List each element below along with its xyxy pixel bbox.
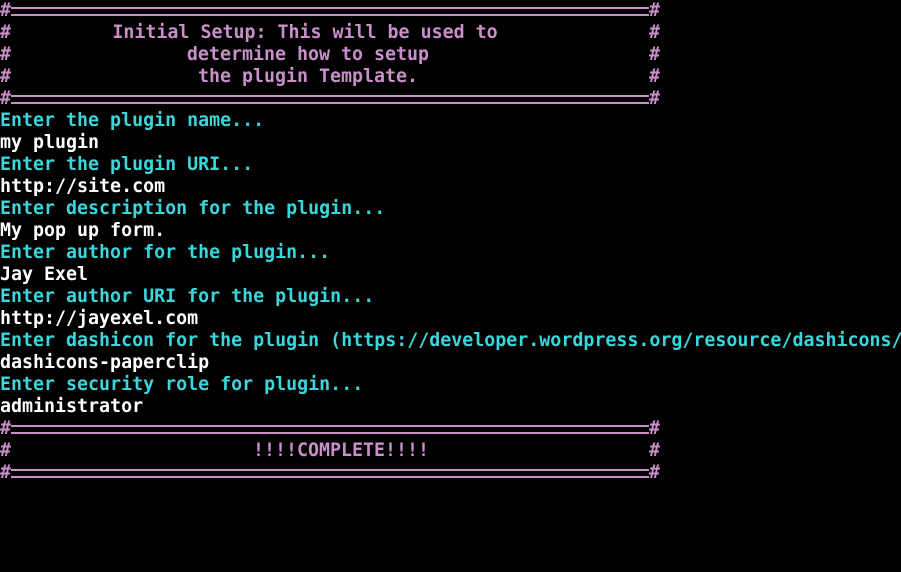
answer-description: My pop up form. [0, 220, 166, 241]
complete-message: !!!!COMPLETE!!!! [252, 440, 430, 461]
double-rule [11, 469, 649, 478]
setup-title-line-1: Initial Setup: This will be used to [112, 22, 498, 43]
terminal-window: # # # Initial Setup: This will be used t… [0, 0, 901, 483]
hash-mark: # [649, 418, 661, 439]
footer-message-line: # !!!!COMPLETE!!!! # [0, 440, 660, 462]
hash-mark: # [649, 66, 661, 87]
hash-mark: # [0, 44, 12, 65]
prompt-author: Enter author for the plugin... [0, 242, 331, 263]
hash-mark: # [649, 44, 661, 65]
answer-author-uri: http://jayexel.com [0, 308, 199, 329]
setup-title-line-2: determine how to setup [186, 44, 430, 65]
double-rule [11, 95, 649, 104]
banner-rule-bottom: # # [0, 88, 660, 110]
hash-mark: # [0, 418, 12, 439]
hash-mark: # [0, 88, 12, 109]
answer-security-role: administrator [0, 396, 144, 417]
hash-mark: # [649, 440, 661, 461]
answer-author: Jay Exel [0, 264, 89, 285]
prompt-dashicon: Enter dashicon for the plugin (https://d… [0, 330, 901, 351]
prompt-author-uri: Enter author URI for the plugin... [0, 286, 375, 307]
prompt-plugin-uri: Enter the plugin URI... [0, 154, 254, 175]
hash-mark: # [649, 22, 661, 43]
hash-mark: # [0, 0, 12, 21]
answer-dashicon: dashicons-paperclip [0, 352, 210, 373]
banner-line-2: # determine how to setup # [0, 44, 660, 66]
banner-line-3: # the plugin Template. # [0, 66, 660, 88]
answer-plugin-name: my plugin [0, 132, 100, 153]
setup-title-line-3: the plugin Template. [197, 66, 419, 87]
double-rule [11, 7, 649, 16]
answer-plugin-uri: http://site.com [0, 176, 166, 197]
footer-rule-top: # # [0, 418, 660, 440]
prompt-plugin-name: Enter the plugin name... [0, 110, 265, 131]
banner-rule-top: # # [0, 0, 660, 22]
hash-mark: # [649, 0, 661, 21]
hash-mark: # [649, 88, 661, 109]
hash-mark: # [0, 440, 12, 461]
hash-mark: # [0, 66, 12, 87]
hash-mark: # [0, 22, 12, 43]
banner-line-1: # Initial Setup: This will be used to # [0, 22, 660, 44]
double-rule [11, 425, 649, 434]
prompt-description: Enter description for the plugin... [0, 198, 386, 219]
prompt-security-role: Enter security role for plugin... [0, 374, 364, 395]
